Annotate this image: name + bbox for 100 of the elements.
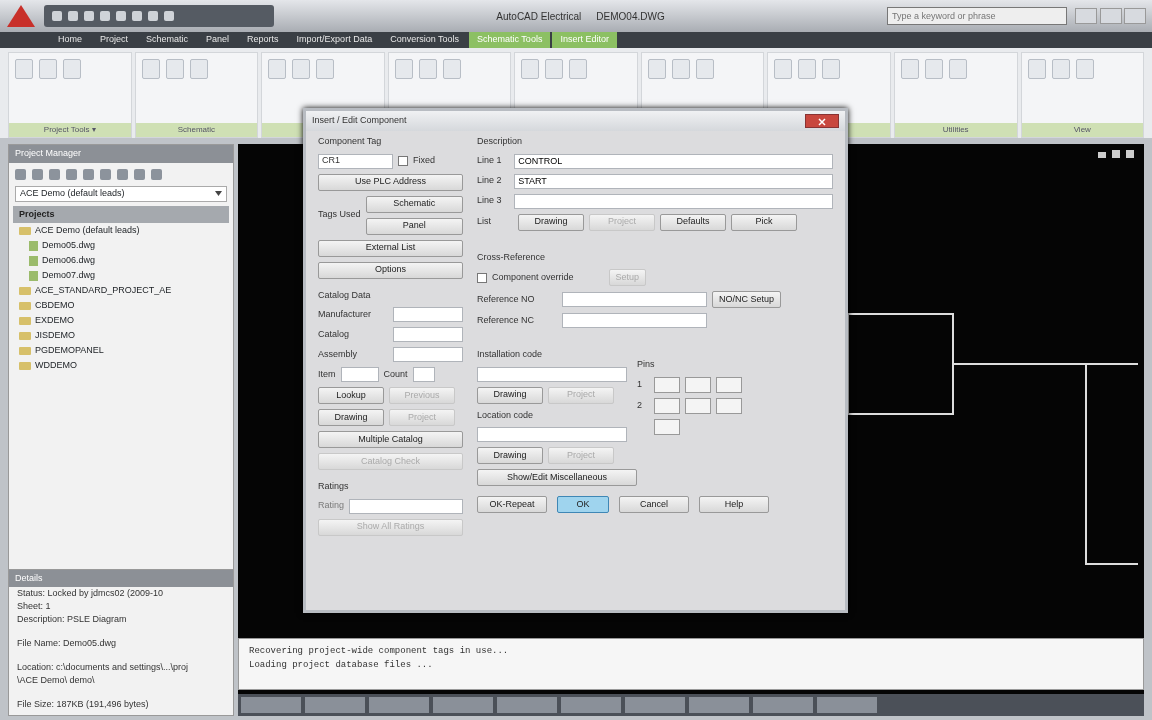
pin-field[interactable] <box>654 418 680 435</box>
pin-field[interactable] <box>716 376 742 393</box>
tool-icon[interactable] <box>822 59 841 79</box>
tool-icon[interactable] <box>165 59 184 79</box>
tool-icon[interactable] <box>394 59 413 79</box>
tool-icon[interactable] <box>15 59 33 79</box>
input-field[interactable] <box>412 367 435 382</box>
button[interactable]: Help <box>699 496 769 513</box>
tool-icon[interactable] <box>189 59 208 79</box>
tree-item[interactable]: JISDEMO <box>35 328 75 343</box>
tool-icon[interactable] <box>695 59 714 79</box>
tool-icon[interactable] <box>1027 59 1046 79</box>
app-logo-icon[interactable] <box>6 3 36 29</box>
tool-icon[interactable] <box>418 59 437 79</box>
maximize-button[interactable] <box>1099 8 1122 24</box>
tool-icon[interactable] <box>1075 59 1094 79</box>
pin-field[interactable] <box>654 376 680 393</box>
tool-icon[interactable] <box>948 59 967 79</box>
pin-field[interactable] <box>654 397 680 414</box>
button[interactable]: Panel <box>365 217 463 235</box>
tool-icon[interactable] <box>774 59 793 79</box>
toolbar-icon[interactable] <box>117 168 128 180</box>
ribbon-tab[interactable]: Home <box>50 32 90 48</box>
button[interactable]: Use PLC Address <box>318 173 463 191</box>
tool-icon[interactable] <box>569 59 588 79</box>
button[interactable]: Drawing <box>518 213 584 231</box>
tool-icon[interactable] <box>292 59 311 79</box>
ribbon-tab[interactable]: Conversion Tools <box>382 32 467 48</box>
close-button[interactable] <box>805 114 839 128</box>
button[interactable]: External List <box>318 239 463 257</box>
button[interactable]: Drawing <box>477 386 543 404</box>
viewport-controls-icon[interactable] <box>1098 150 1134 158</box>
tool-icon[interactable] <box>316 59 335 79</box>
input-field[interactable] <box>562 313 707 328</box>
ribbon-tab[interactable]: Panel <box>198 32 238 48</box>
button[interactable]: Multiple Catalog <box>318 431 463 448</box>
button[interactable]: Options <box>318 261 463 279</box>
button[interactable]: Pick <box>731 213 797 231</box>
pin-field[interactable] <box>685 397 711 414</box>
tree-item[interactable]: Demo07.dwg <box>42 268 96 283</box>
tool-icon[interactable] <box>924 59 943 79</box>
tree-item[interactable]: CBDEMO <box>35 298 75 313</box>
toolbar-icon[interactable] <box>83 168 94 180</box>
tool-icon[interactable] <box>63 59 81 79</box>
toolbar-icon[interactable] <box>151 168 162 180</box>
ribbon-tab[interactable]: Import/Export Data <box>288 32 381 48</box>
button[interactable]: Drawing <box>318 409 384 426</box>
button[interactable]: Defaults <box>660 213 726 231</box>
search-field[interactable]: Type a keyword or phrase <box>887 7 1067 25</box>
tree-item[interactable]: ACE_STANDARD_PROJECT_AE <box>35 283 172 298</box>
button[interactable]: Schematic <box>365 195 463 213</box>
input-field[interactable]: CONTROL <box>514 153 833 169</box>
input-field[interactable] <box>514 193 833 209</box>
tool-icon[interactable] <box>268 59 287 79</box>
tool-icon[interactable] <box>141 59 160 79</box>
minimize-button[interactable] <box>1075 8 1097 24</box>
tool-icon[interactable] <box>521 59 540 79</box>
checkbox[interactable] <box>477 272 487 283</box>
button[interactable]: Show/Edit Miscellaneous <box>477 469 637 486</box>
ribbon-tab[interactable]: Project <box>92 32 137 48</box>
project-dropdown[interactable]: ACE Demo (default leads) <box>15 185 227 202</box>
tree-item[interactable]: PGDEMOPANEL <box>35 343 104 358</box>
input-field[interactable]: START <box>514 173 833 189</box>
tree-item[interactable]: Demo06.dwg <box>42 253 96 268</box>
tool-icon[interactable] <box>442 59 461 79</box>
button[interactable]: Cancel <box>619 496 689 513</box>
tree-item[interactable]: ACE Demo (default leads) <box>35 223 140 238</box>
tool-icon[interactable] <box>798 59 817 79</box>
input-field[interactable] <box>393 307 463 322</box>
button[interactable]: OK <box>557 496 609 513</box>
tool-icon[interactable] <box>671 59 690 79</box>
toolbar-icon[interactable] <box>134 168 145 180</box>
pin-field[interactable] <box>716 397 742 414</box>
checkbox[interactable] <box>398 156 408 166</box>
input-field[interactable] <box>477 427 627 442</box>
input-field[interactable] <box>477 366 627 382</box>
button[interactable]: Lookup <box>318 387 384 404</box>
ribbon-tab[interactable]: Schematic <box>138 32 197 48</box>
tool-icon[interactable] <box>647 59 666 79</box>
tool-icon[interactable] <box>900 59 919 79</box>
tree-item[interactable]: EXDEMO <box>35 313 74 328</box>
tree-item[interactable]: Demo05.dwg <box>42 238 96 253</box>
tag-field[interactable]: CR1 <box>318 153 393 169</box>
input-field[interactable] <box>562 292 707 307</box>
button[interactable]: OK-Repeat <box>477 496 547 513</box>
button[interactable]: NO/NC Setup <box>712 291 782 308</box>
input-field[interactable] <box>393 327 463 342</box>
tree-item[interactable]: WDDEMO <box>35 358 77 373</box>
tool-icon[interactable] <box>39 59 57 79</box>
button[interactable]: Drawing <box>477 447 543 464</box>
toolbar-icon[interactable] <box>49 168 60 180</box>
toolbar-icon[interactable] <box>15 168 26 180</box>
pin-field[interactable] <box>685 376 711 393</box>
tool-icon[interactable] <box>1051 59 1070 79</box>
toolbar-icon[interactable] <box>66 168 77 180</box>
input-field[interactable] <box>393 347 463 362</box>
toolbar-icon[interactable] <box>32 168 43 180</box>
tool-icon[interactable] <box>545 59 564 79</box>
ribbon-tab[interactable]: Reports <box>239 32 287 48</box>
toolbar-icon[interactable] <box>100 168 111 180</box>
